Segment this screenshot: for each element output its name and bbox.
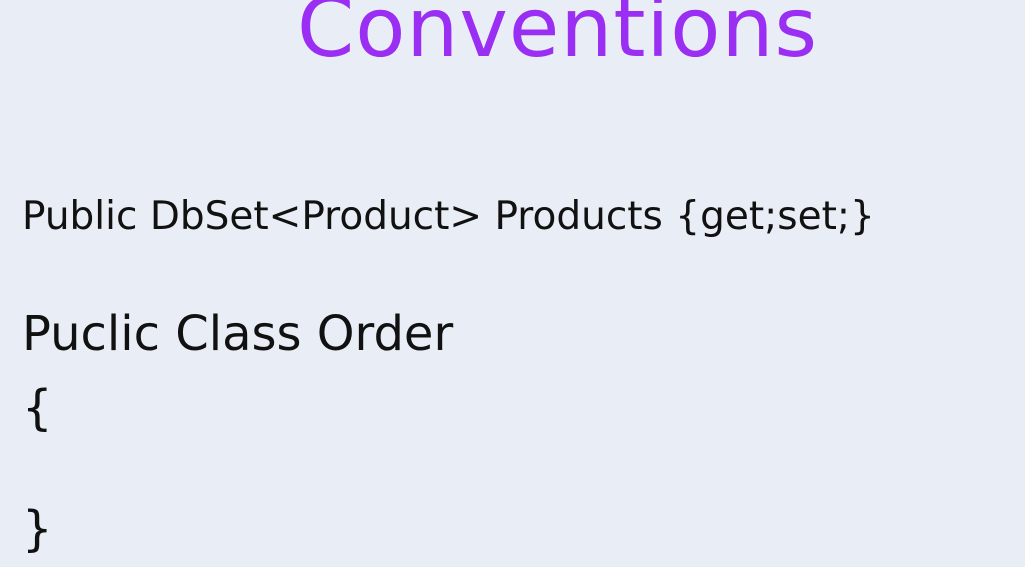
open-brace-line: { [22, 380, 53, 436]
slide-title: Conventions [297, 0, 819, 76]
close-brace-line: } [22, 501, 53, 557]
class-declaration-line: Puclic Class Order [22, 306, 454, 362]
dbset-declaration-line: Public DbSet<Product> Products {get;set;… [22, 194, 875, 239]
